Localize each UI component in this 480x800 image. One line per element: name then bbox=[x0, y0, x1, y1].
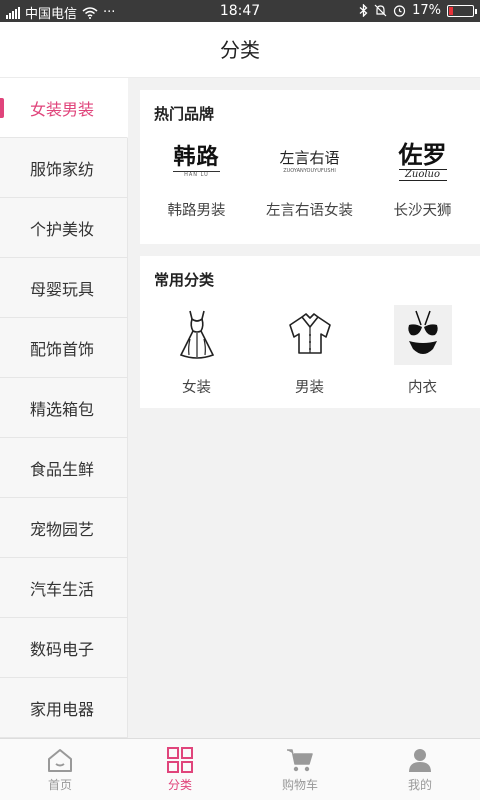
home-icon bbox=[48, 749, 72, 772]
tab-label: 购物车 bbox=[281, 778, 318, 792]
category-sidebar: 女装男装 服饰家纺 个护美妆 母婴玩具 配饰首饰 精选箱包 食品生鲜 宠物园艺 … bbox=[0, 78, 128, 738]
tab-label: 首页 bbox=[47, 778, 72, 792]
sidebar-item-label: 汽车生活 bbox=[30, 579, 95, 599]
sidebar-item-appliances[interactable]: 家用电器 bbox=[0, 678, 128, 738]
brand-logo-subtext: HAN LU bbox=[173, 170, 220, 178]
sidebar-item-women-men-clothing[interactable]: 女装男装 bbox=[0, 78, 128, 138]
brand-logo-hanlu: 韩路 HAN LU bbox=[140, 134, 253, 190]
brand-name-label: 长沙天狮 bbox=[393, 203, 452, 219]
common-categories-title: 常用分类 bbox=[154, 271, 215, 289]
category-name-label: 内衣 bbox=[408, 380, 437, 396]
battery-level-fill bbox=[449, 6, 453, 15]
sidebar-item-apparel-textiles[interactable]: 服饰家纺 bbox=[0, 138, 128, 198]
brand-logo-text: 左言右语 bbox=[279, 148, 340, 167]
hot-brands-title: 热门品牌 bbox=[154, 105, 215, 123]
brand-logo-zuoluo: 佐罗 Zuoluo bbox=[366, 134, 479, 190]
battery-icon bbox=[447, 4, 477, 17]
brand-logo-text: 韩路 bbox=[173, 144, 220, 170]
tab-category[interactable]: 分类 bbox=[120, 739, 240, 800]
brand-logo-zuoyanyouyu: 左言右语 ZUOYANYOUYUFUSHI bbox=[253, 134, 366, 190]
battery-percent-label: 17% bbox=[412, 3, 441, 18]
category-name-label: 女装 bbox=[182, 380, 211, 396]
sidebar-item-label: 食品生鲜 bbox=[30, 459, 95, 479]
sidebar-item-label: 女装男装 bbox=[30, 99, 95, 119]
tab-label: 分类 bbox=[167, 778, 192, 792]
sidebar-item-pets-garden[interactable]: 宠物园艺 bbox=[0, 498, 128, 558]
category-content: 热门品牌 韩路 HAN LU 韩路男装 左言右语 ZUOYANYOUYUFUSH… bbox=[128, 78, 480, 738]
sidebar-item-label: 配饰首饰 bbox=[30, 339, 95, 359]
bottom-tab-bar: 首页 分类 购物车 我的 bbox=[0, 738, 480, 800]
brand-name-label: 左言右语女装 bbox=[266, 203, 353, 219]
tab-label: 我的 bbox=[407, 778, 432, 792]
tab-mine[interactable]: 我的 bbox=[360, 739, 480, 800]
sidebar-item-label: 母婴玩具 bbox=[30, 279, 95, 299]
cart-icon bbox=[287, 749, 313, 772]
sidebar-item-auto[interactable]: 汽车生活 bbox=[0, 558, 128, 618]
mute-bell-icon bbox=[374, 4, 387, 17]
brand-name-label: 韩路男装 bbox=[167, 203, 226, 219]
sidebar-item-label: 家用电器 bbox=[30, 699, 95, 719]
category-item-underwear[interactable]: 内衣 bbox=[366, 304, 479, 397]
sidebar-item-label: 数码电子 bbox=[30, 639, 95, 659]
app-header: 分类 bbox=[0, 22, 480, 78]
page-title: 分类 bbox=[220, 38, 260, 62]
sidebar-item-bags[interactable]: 精选箱包 bbox=[0, 378, 128, 438]
category-item-men[interactable]: 男装 bbox=[253, 304, 366, 397]
user-icon bbox=[409, 749, 431, 772]
common-categories-card: 常用分类 女装 男装 内衣 bbox=[140, 256, 480, 408]
sidebar-item-accessories-jewelry[interactable]: 配饰首饰 bbox=[0, 318, 128, 378]
brand-logo-subtext: Zuoluo bbox=[398, 169, 447, 181]
bluetooth-icon bbox=[359, 4, 368, 17]
sidebar-item-label: 精选箱包 bbox=[30, 399, 95, 419]
sidebar-item-digital[interactable]: 数码电子 bbox=[0, 618, 128, 678]
status-bar: 中国电信 ··· 18:47 17% bbox=[0, 0, 480, 22]
dress-icon bbox=[179, 310, 214, 359]
sidebar-item-label: 个护美妆 bbox=[30, 219, 95, 239]
sidebar-item-personal-care[interactable]: 个护美妆 bbox=[0, 198, 128, 258]
brand-item-zuoyanyouyu[interactable]: 左言右语 ZUOYANYOUYUFUSHI 左言右语女装 bbox=[253, 134, 366, 220]
category-name-label: 男装 bbox=[295, 380, 324, 396]
sidebar-item-baby-toys[interactable]: 母婴玩具 bbox=[0, 258, 128, 318]
brand-logo-subtext: ZUOYANYOUYUFUSHI bbox=[283, 167, 336, 174]
sidebar-item-label: 服饰家纺 bbox=[30, 159, 95, 179]
tab-cart[interactable]: 购物车 bbox=[240, 739, 360, 800]
grid-icon bbox=[167, 747, 193, 773]
brand-item-changsha-tianshi[interactable]: 佐罗 Zuoluo 长沙天狮 bbox=[366, 134, 479, 220]
sidebar-item-label: 宠物园艺 bbox=[30, 519, 95, 539]
tab-home[interactable]: 首页 bbox=[0, 739, 120, 800]
brand-item-hanlu[interactable]: 韩路 HAN LU 韩路男装 bbox=[140, 134, 253, 220]
shirt-icon bbox=[288, 313, 331, 354]
hot-brands-card: 热门品牌 韩路 HAN LU 韩路男装 左言右语 ZUOYANYOUYUFUSH… bbox=[140, 90, 480, 244]
alarm-icon bbox=[393, 5, 406, 17]
category-item-women[interactable]: 女装 bbox=[140, 304, 253, 397]
brand-logo-text: 佐罗 bbox=[398, 141, 447, 169]
lingerie-image bbox=[393, 305, 452, 365]
sidebar-item-fresh-food[interactable]: 食品生鲜 bbox=[0, 438, 128, 498]
